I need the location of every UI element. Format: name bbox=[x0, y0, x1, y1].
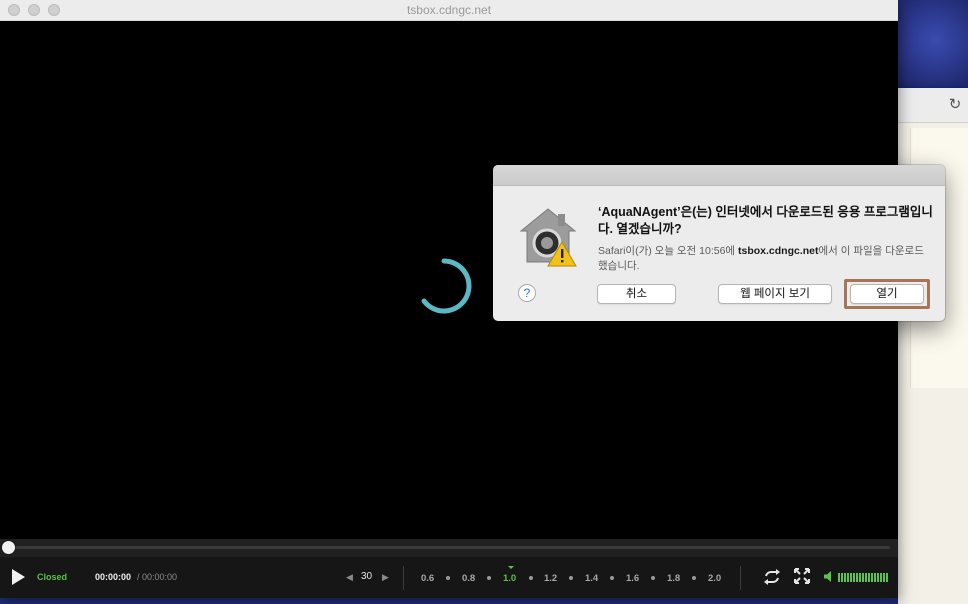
seek-knob[interactable] bbox=[2, 541, 15, 554]
control-divider bbox=[740, 566, 741, 590]
volume-tick bbox=[874, 573, 876, 582]
volume-level-bar[interactable] bbox=[838, 573, 890, 582]
volume-tick bbox=[880, 573, 882, 582]
player-status: Closed bbox=[37, 572, 68, 582]
speed-separator-dot bbox=[529, 576, 533, 580]
seek-bar[interactable] bbox=[0, 539, 898, 557]
open-button[interactable]: 열기 bbox=[850, 284, 924, 304]
speed-separator-dot bbox=[569, 576, 573, 580]
help-button[interactable]: ? bbox=[518, 284, 536, 302]
play-icon[interactable] bbox=[9, 568, 27, 586]
window-titlebar: tsbox.cdngc.net bbox=[0, 0, 898, 21]
skip-forward-icon[interactable]: ▶ bbox=[382, 572, 389, 583]
volume-tick bbox=[859, 573, 861, 582]
total-time: / 00:00:00 bbox=[137, 572, 178, 582]
volume-tick bbox=[856, 573, 858, 582]
speed-option[interactable]: 2.0 bbox=[708, 573, 721, 584]
volume-tick bbox=[841, 573, 843, 582]
view-web-page-button[interactable]: 웹 페이지 보기 bbox=[718, 284, 832, 304]
volume-icon[interactable] bbox=[824, 571, 835, 582]
volume-tick bbox=[868, 573, 870, 582]
speed-option[interactable]: 1.2 bbox=[544, 573, 557, 584]
speed-indicator-icon bbox=[508, 566, 514, 569]
skip-back-icon[interactable]: ◀ bbox=[346, 572, 353, 583]
control-bar: Closed 00:00:00 / 00:00:00 ◀ 30 ▶ 0.6 0.… bbox=[0, 557, 898, 598]
dialog-message-host: tsbox.cdngc.net bbox=[738, 245, 819, 257]
loading-spinner-icon bbox=[421, 258, 472, 314]
volume-tick bbox=[877, 573, 879, 582]
volume-tick bbox=[853, 573, 855, 582]
dialog-title: ‘AquaNAgent’은(는) 인터넷에서 다운로드된 응용 프로그램입니다.… bbox=[598, 205, 933, 236]
volume-tick bbox=[871, 573, 873, 582]
speed-option[interactable]: 1.8 bbox=[667, 573, 680, 584]
speed-separator-dot bbox=[651, 576, 655, 580]
dialog-message: Safari이(가) 오늘 오전 10:56에 tsbox.cdngc.net에… bbox=[598, 244, 933, 274]
speed-separator-dot bbox=[446, 576, 450, 580]
dialog-message-prefix: Safari이(가) 오늘 오전 10:56에 bbox=[598, 245, 738, 257]
fullscreen-icon[interactable] bbox=[794, 568, 810, 584]
speed-separator-dot bbox=[487, 576, 491, 580]
speed-option[interactable]: 0.6 bbox=[421, 573, 434, 584]
volume-tick bbox=[847, 573, 849, 582]
speed-separator-dot bbox=[610, 576, 614, 580]
volume-tick bbox=[886, 573, 888, 582]
speed-separator-dot bbox=[692, 576, 696, 580]
security-alert-dialog: ‘AquaNAgent’은(는) 인터넷에서 다운로드된 응용 프로그램입니다.… bbox=[493, 165, 945, 321]
skip-seconds: 30 bbox=[361, 571, 373, 582]
volume-tick bbox=[850, 573, 852, 582]
cancel-button[interactable]: 취소 bbox=[597, 284, 676, 304]
volume-tick bbox=[883, 573, 885, 582]
repeat-icon[interactable] bbox=[762, 568, 782, 586]
background-toolbar: ↻ bbox=[898, 88, 968, 123]
window-title: tsbox.cdngc.net bbox=[406, 3, 492, 17]
control-divider bbox=[403, 566, 404, 590]
volume-tick bbox=[844, 573, 846, 582]
volume-tick bbox=[865, 573, 867, 582]
speed-option[interactable]: 1.6 bbox=[626, 573, 639, 584]
dialog-title-strip bbox=[493, 165, 945, 186]
seek-track[interactable] bbox=[8, 546, 890, 549]
speed-option[interactable]: 1.4 bbox=[585, 573, 598, 584]
speed-option[interactable]: 0.8 bbox=[462, 573, 475, 584]
current-time: 00:00:00 bbox=[95, 572, 132, 582]
reload-icon[interactable]: ↻ bbox=[948, 97, 962, 112]
volume-tick bbox=[862, 573, 864, 582]
speed-option-active[interactable]: 1.0 bbox=[503, 573, 516, 584]
gatekeeper-warning-icon bbox=[519, 208, 577, 267]
volume-tick bbox=[838, 573, 840, 582]
